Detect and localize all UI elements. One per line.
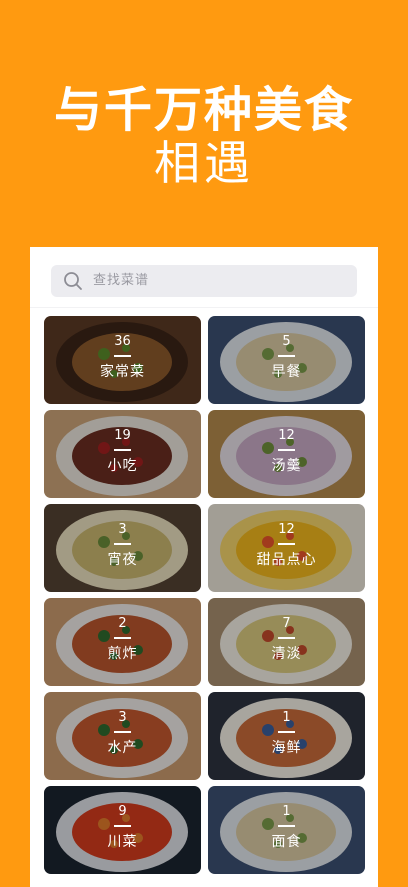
category-count: 2	[118, 616, 127, 631]
category-tile[interactable]: 12 汤羹	[208, 410, 365, 498]
separator-line	[278, 449, 295, 451]
category-tile[interactable]: 9 川菜	[44, 786, 201, 874]
category-count: 3	[118, 710, 127, 725]
app-preview-panel: 查找菜谱 36 家常菜 5 早餐 19 小吃 12 汤羹 3 宵夜 12 甜品点心 2 煎炸 7 清淡 3 水产 1…	[30, 247, 378, 887]
photo-overlay	[44, 692, 201, 780]
category-name: 宵夜	[107, 552, 138, 568]
category-count: 7	[282, 616, 291, 631]
category-name: 海鲜	[271, 740, 302, 756]
hero-subtitle: 相遇	[154, 136, 254, 190]
category-name: 家常菜	[100, 364, 145, 380]
category-count: 1	[282, 710, 291, 725]
separator-line	[114, 543, 131, 545]
category-tile[interactable]: 1 海鲜	[208, 692, 365, 780]
category-tile[interactable]: 12 甜品点心	[208, 504, 365, 592]
category-count: 5	[282, 334, 291, 349]
category-name: 甜品点心	[256, 552, 317, 568]
photo-overlay	[208, 598, 365, 686]
divider	[30, 307, 378, 308]
separator-line	[278, 825, 295, 827]
photo-overlay	[44, 504, 201, 592]
category-name: 小吃	[107, 458, 138, 474]
photo-overlay	[208, 504, 365, 592]
photo-overlay	[208, 786, 365, 874]
category-count: 19	[114, 428, 131, 443]
category-tile[interactable]: 3 宵夜	[44, 504, 201, 592]
photo-overlay	[44, 410, 201, 498]
category-name: 早餐	[271, 364, 302, 380]
search-icon	[64, 272, 82, 290]
category-count: 12	[278, 428, 295, 443]
category-count: 1	[282, 804, 291, 819]
hero-title: 与千万种美食	[53, 82, 354, 138]
separator-line	[114, 731, 131, 733]
category-name: 汤羹	[271, 458, 302, 474]
category-name: 清淡	[271, 646, 302, 662]
category-tile[interactable]: 19 小吃	[44, 410, 201, 498]
category-tile[interactable]: 1 面食	[208, 786, 365, 874]
separator-line	[278, 731, 295, 733]
separator-line	[114, 825, 131, 827]
category-tile[interactable]: 7 清淡	[208, 598, 365, 686]
category-name: 煎炸	[107, 646, 138, 662]
category-count: 36	[114, 334, 131, 349]
photo-overlay	[44, 316, 201, 404]
photo-overlay	[44, 598, 201, 686]
category-tile[interactable]: 2 煎炸	[44, 598, 201, 686]
category-name: 川菜	[107, 834, 138, 850]
search-bar[interactable]: 查找菜谱	[51, 265, 357, 297]
separator-line	[114, 449, 131, 451]
category-tile[interactable]: 36 家常菜	[44, 316, 201, 404]
category-tile[interactable]: 5 早餐	[208, 316, 365, 404]
category-count: 9	[118, 804, 127, 819]
category-count: 12	[278, 522, 295, 537]
separator-line	[278, 543, 295, 545]
photo-overlay	[208, 410, 365, 498]
category-name: 水产	[107, 740, 138, 756]
separator-line	[114, 637, 131, 639]
separator-line	[278, 355, 295, 357]
separator-line	[278, 637, 295, 639]
photo-overlay	[44, 786, 201, 874]
photo-overlay	[208, 692, 365, 780]
category-name: 面食	[271, 834, 302, 850]
category-tile[interactable]: 3 水产	[44, 692, 201, 780]
photo-overlay	[208, 316, 365, 404]
separator-line	[114, 355, 131, 357]
search-placeholder: 查找菜谱	[93, 273, 150, 288]
category-count: 3	[118, 522, 127, 537]
